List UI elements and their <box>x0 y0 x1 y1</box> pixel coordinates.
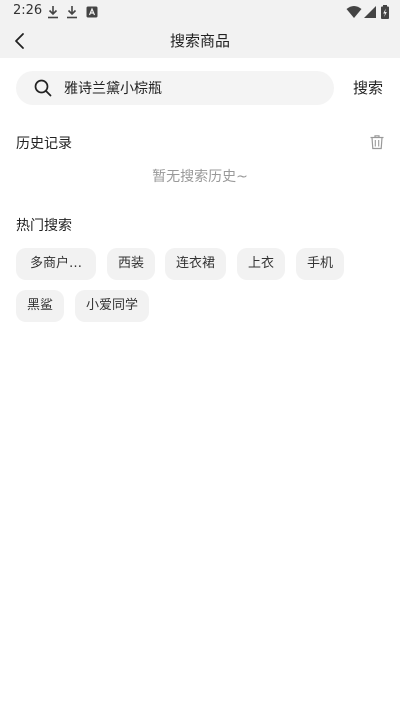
back-arrow-icon <box>15 33 24 49</box>
hot-tag[interactable]: 上衣 <box>237 248 286 280</box>
hot-tag[interactable]: 连衣裙 <box>165 248 227 280</box>
download-icon <box>65 5 79 19</box>
status-time: 2:26 <box>13 3 43 18</box>
signal-icon <box>363 5 377 19</box>
wifi-icon <box>346 5 362 19</box>
app-header: 搜索商品 <box>0 24 400 58</box>
app-root: 2:26 搜索商品 雅诗兰黛小棕瓶 搜索 历史记录 暂无搜索历史~ 热门搜索 多… <box>0 0 400 710</box>
hot-tag[interactable]: 西装 <box>107 248 156 280</box>
hot-tag[interactable]: 手机 <box>296 248 345 280</box>
battery-icon <box>380 5 390 19</box>
trash-icon[interactable] <box>369 134 385 150</box>
back-button[interactable] <box>8 28 34 54</box>
search-icon <box>34 79 52 97</box>
app-notification-icon <box>85 5 99 19</box>
search-button[interactable]: 搜索 <box>345 76 391 100</box>
status-bar: 2:26 <box>0 0 400 24</box>
history-empty-text: 暂无搜索历史~ <box>152 169 248 185</box>
page-title: 搜索商品 <box>169 32 230 50</box>
search-box[interactable] <box>16 71 334 105</box>
hot-tag[interactable]: 黑鲨 <box>16 290 65 322</box>
hot-tag[interactable]: 多商户… <box>16 248 96 280</box>
download-icon <box>46 5 60 19</box>
search-input[interactable] <box>64 71 324 105</box>
hot-search-title: 热门搜索 <box>16 218 72 234</box>
history-title: 历史记录 <box>16 136 72 152</box>
hot-tag[interactable]: 小爱同学 <box>75 290 150 322</box>
